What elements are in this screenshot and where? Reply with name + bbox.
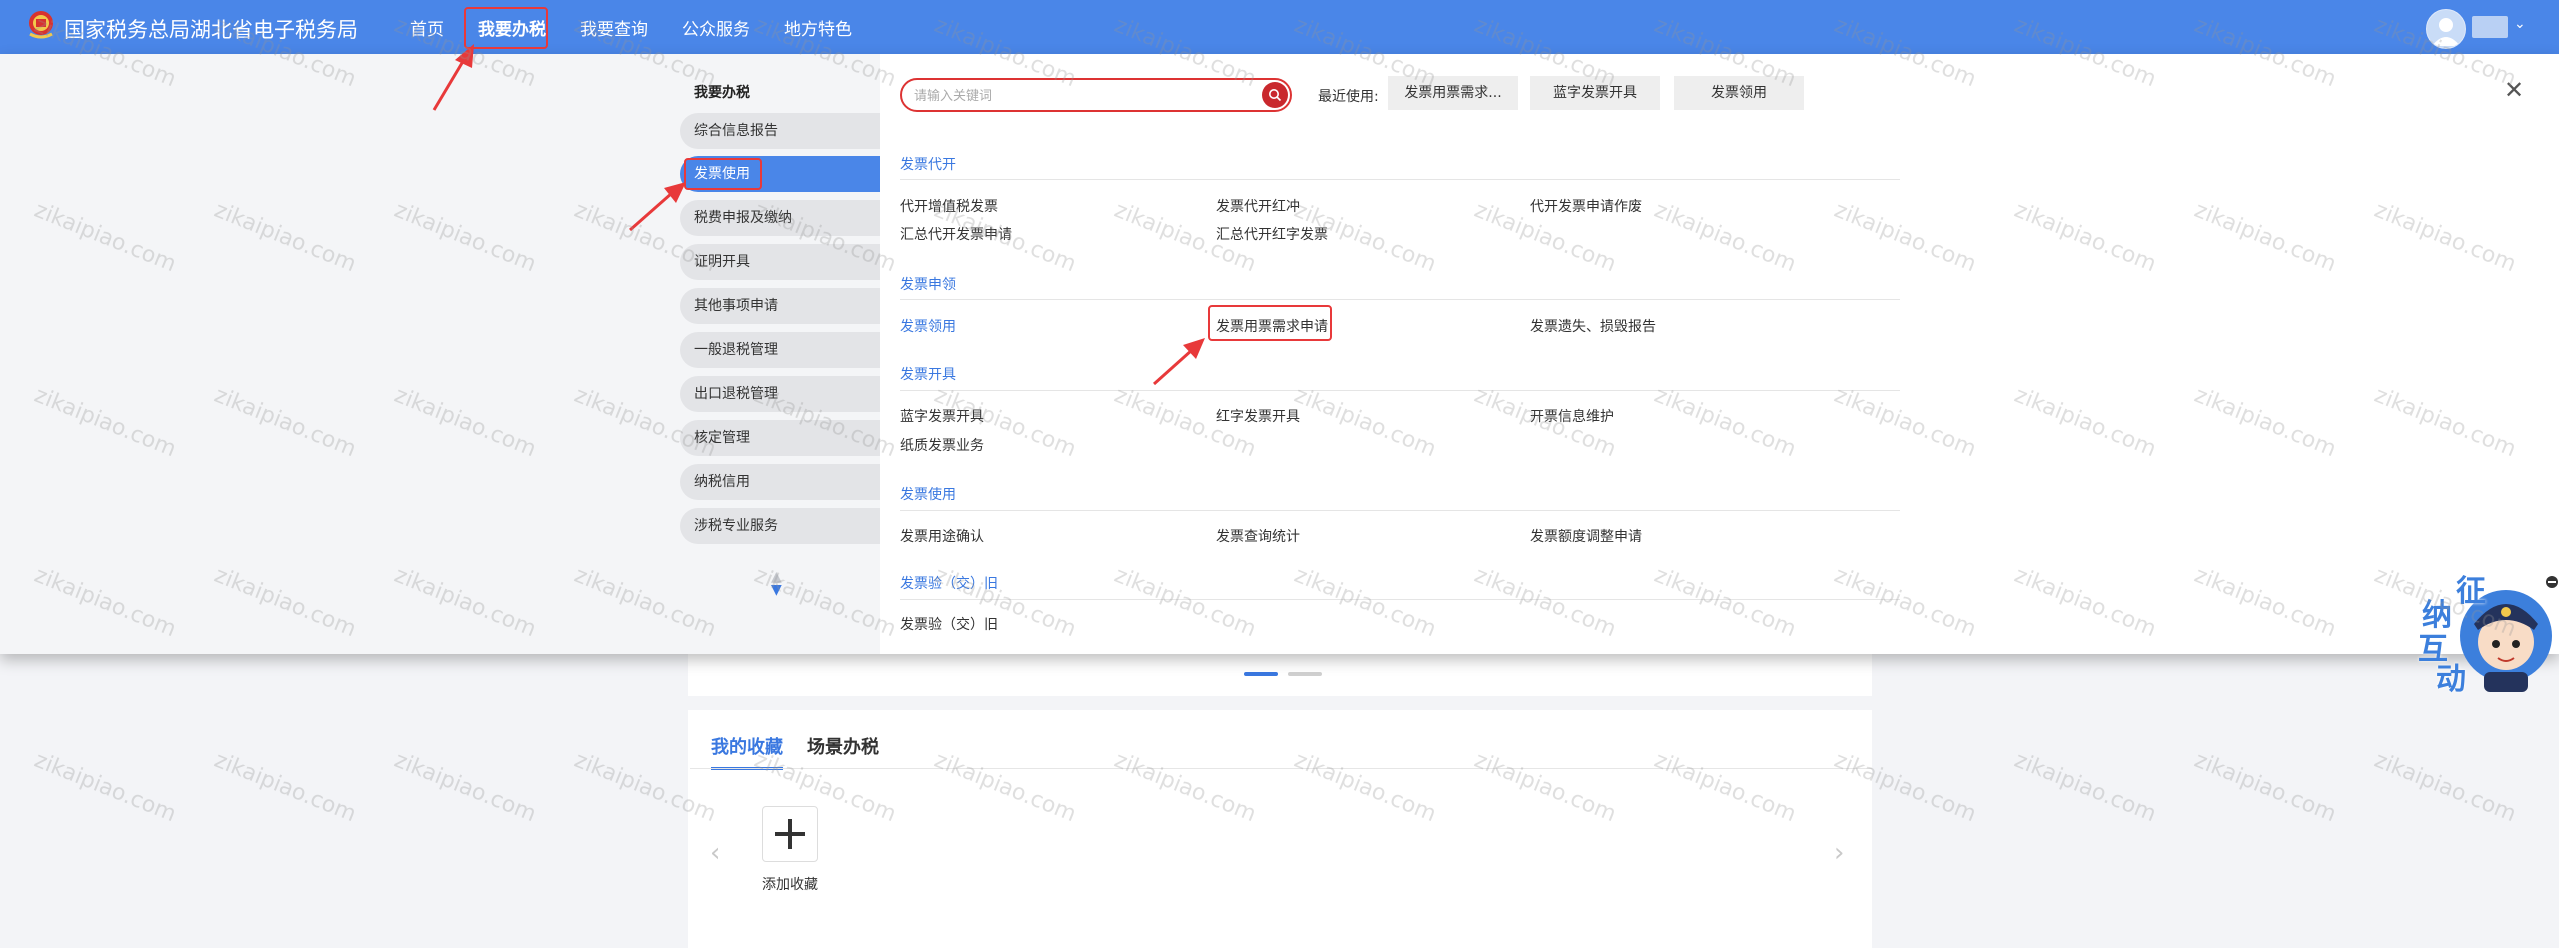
top-header: 国家税务总局湖北省电子税务局 首页 我要办税 我要查询 公众服务 地方特色 ⌄ [0,0,2559,54]
add-favorite-button[interactable] [762,806,818,862]
watermark-text: zikaipiao.com [2010,747,2160,828]
section-divider [900,510,1900,511]
link-invoice-purpose-confirm[interactable]: 发票用途确认 [900,526,984,546]
favorites-tabs: 我的收藏 场景办税 [711,733,903,770]
search-icon [1269,89,1282,102]
watermark-text: zikaipiao.com [30,747,180,828]
link-invoice-verify-old[interactable]: 发票验（交）旧 [900,614,998,634]
user-name-redacted[interactable] [2472,16,2508,38]
section-title-invoice-issue: 发票开具 [900,367,956,383]
link-agent-red-offset[interactable]: 发票代开红冲 [1216,196,1300,216]
carousel-card [688,654,1872,696]
chevron-left-icon[interactable]: ‹ [710,838,720,868]
watermark-text: zikaipiao.com [390,747,540,828]
watermark-text: zikaipiao.com [2190,747,2340,828]
plus-icon [775,819,805,849]
tax-handling-menu: 我要办税 综合信息报告 发票使用 税费申报及缴纳 证明开具 其他事项申请 一般退… [0,54,2559,654]
link-invoice-query-stats[interactable]: 发票查询统计 [1216,526,1300,546]
chevron-right-icon[interactable]: › [1834,838,1844,868]
link-invoice-loss-report[interactable]: 发票遗失、损毁报告 [1530,316,1656,336]
left-item-info-report[interactable]: 综合信息报告 [680,113,880,149]
watermark-text: zikaipiao.com [2370,747,2520,828]
tab-scenario-tax[interactable]: 场景办税 [807,733,879,770]
section-divider [900,299,1900,300]
section-title-agent-issue: 发票代开 [900,157,956,173]
link-red-invoice-issue[interactable]: 红字发票开具 [1216,406,1300,426]
search-button[interactable] [1262,82,1288,108]
left-item-other-apply[interactable]: 其他事项申请 [680,288,880,324]
chevron-down-icon[interactable]: ⌄ [2514,16,2526,32]
carousel-dot[interactable] [1288,672,1322,676]
left-item-tax-credit[interactable]: 纳税信用 [680,464,880,500]
section-title-invoice-apply: 发票申领 [900,277,956,293]
link-paper-invoice[interactable]: 纸质发票业务 [900,435,984,455]
search-input[interactable] [912,84,1246,108]
menu-right-panel: 最近使用: 发票用票需求... 蓝字发票开具 发票领用 ✕ 发票代开 代开增值税… [880,54,2559,654]
left-item-refund[interactable]: 一般退税管理 [680,332,880,368]
watermark-text: zikaipiao.com [210,747,360,828]
section-divider [900,390,1900,391]
link-invoice-receive[interactable]: 发票领用 [900,316,956,336]
annotation-box-demand-apply [1208,305,1332,341]
link-agent-void-apply[interactable]: 代开发票申请作废 [1530,196,1642,216]
section-divider [900,179,1900,180]
annotation-box-invoice-use [684,158,762,190]
add-favorite-label: 添加收藏 [762,877,818,893]
left-item-professional-service[interactable]: 涉税专业服务 [680,508,880,544]
mascot-char: 动 [2436,662,2466,697]
section-title-invoice-use: 发票使用 [900,487,956,503]
nav-item-public-service[interactable]: 公众服务 [676,9,756,46]
recent-label: 最近使用: [1318,89,1379,105]
link-invoice-quota-adjust[interactable]: 发票额度调整申请 [1530,526,1642,546]
carousel-dot-active[interactable] [1244,672,1278,676]
